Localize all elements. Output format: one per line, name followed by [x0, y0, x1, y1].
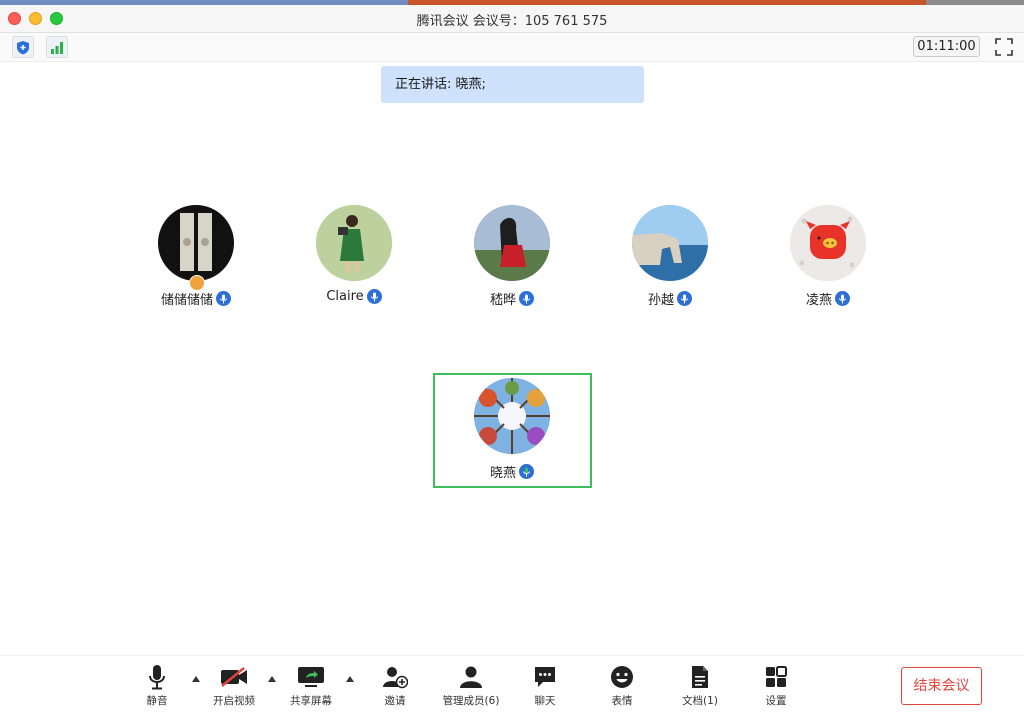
signal-bars-icon: [51, 41, 63, 54]
participant-tile[interactable]: 凌燕: [748, 205, 908, 308]
chat-label: 聊天: [534, 695, 556, 707]
fullscreen-button[interactable]: [993, 36, 1015, 58]
avatar: [474, 205, 550, 281]
mute-options-caret[interactable]: [192, 676, 200, 682]
video-off-icon: [221, 667, 247, 687]
smiley-icon: [611, 666, 633, 688]
members-icon: [460, 666, 482, 688]
microphone-icon: [149, 665, 165, 690]
invite-button[interactable]: 邀请: [378, 664, 412, 708]
avatar: [158, 205, 234, 281]
settings-button[interactable]: 设置: [761, 664, 791, 708]
share-options-caret[interactable]: [346, 676, 354, 682]
network-signal-button[interactable]: [46, 36, 68, 58]
meeting-timer: 01:11:00: [913, 36, 980, 57]
participant-name: 储储储储: [160, 293, 213, 308]
invite-label: 邀请: [384, 695, 406, 707]
top-toolbar: 01:11:00: [0, 33, 1024, 62]
shield-icon: [17, 40, 29, 54]
title-bar: 腾讯会议 会议号：105 761 575: [0, 5, 1024, 33]
share-screen-icon: [298, 667, 324, 687]
avatar: [316, 205, 392, 281]
participant-tile[interactable]: Claire: [274, 205, 434, 304]
participant-name: Claire: [326, 289, 364, 304]
window-title: 腾讯会议 会议号：105 761 575: [416, 14, 608, 29]
mute-button[interactable]: 静音: [140, 664, 174, 708]
video-button[interactable]: 开启视频: [208, 664, 260, 708]
share-screen-button[interactable]: 共享屏幕: [284, 664, 338, 708]
video-options-caret[interactable]: [268, 676, 276, 682]
participant-name: 凌燕: [805, 293, 832, 308]
settings-label: 设置: [765, 695, 787, 707]
mic-icon: [519, 291, 534, 306]
mic-icon: [366, 289, 382, 304]
participant-name: 晓燕: [489, 466, 516, 481]
mute-label: 静音: [146, 695, 168, 707]
video-label: 开启视频: [213, 695, 255, 707]
host-badge-icon: [189, 275, 205, 291]
participant-name: 孙越: [647, 293, 674, 308]
emoji-button[interactable]: 表情: [607, 664, 637, 708]
participant-tile[interactable]: 孙越: [590, 205, 750, 308]
end-meeting-button[interactable]: 结束会议: [901, 667, 982, 705]
document-icon: [692, 666, 708, 688]
bottom-toolbar: 静音 开启视频 共享屏幕 邀请 管理成员(6) 聊天 表情 文档(1) 设置 结…: [0, 655, 1024, 714]
speaking-indicator: 正在讲话: 晓燕;: [381, 66, 644, 103]
mic-icon: [519, 464, 534, 479]
documents-label: 文档(1): [682, 695, 718, 707]
documents-button[interactable]: 文档(1): [680, 664, 720, 708]
avatar: [474, 378, 550, 454]
fullscreen-icon: [995, 38, 1013, 56]
grid-settings-icon: [766, 666, 787, 687]
chat-icon: [535, 667, 555, 687]
mic-icon: [835, 291, 850, 306]
emoji-label: 表情: [611, 695, 633, 707]
participant-tile[interactable]: 嵇晔: [432, 205, 592, 308]
avatar: [632, 205, 708, 281]
add-user-icon: [383, 667, 408, 689]
manage-members-label: 管理成员(6): [442, 695, 500, 707]
mic-icon: [677, 291, 692, 306]
mic-icon: [216, 291, 231, 306]
avatar: [790, 205, 866, 281]
chat-button[interactable]: 聊天: [530, 664, 560, 708]
share-screen-label: 共享屏幕: [290, 695, 332, 707]
participant-tile[interactable]: 晓燕: [432, 378, 592, 481]
participant-name: 嵇晔: [489, 293, 516, 308]
manage-members-button[interactable]: 管理成员(6): [438, 664, 504, 708]
security-button[interactable]: [12, 36, 34, 58]
participant-tile[interactable]: 储储储储: [116, 205, 276, 308]
